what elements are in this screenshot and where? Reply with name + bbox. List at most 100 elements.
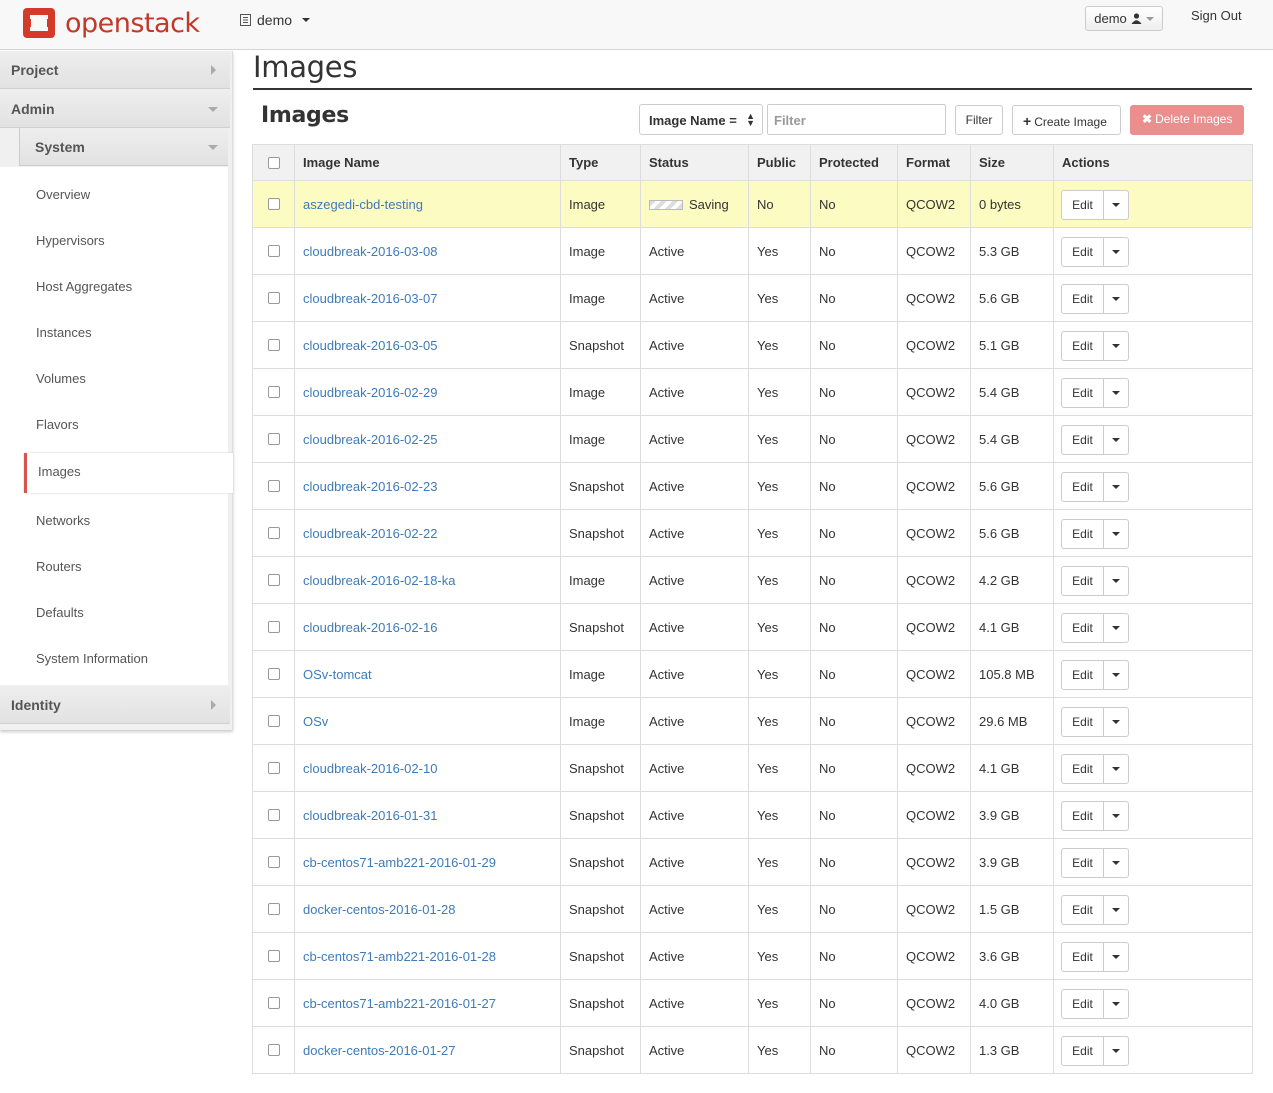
row-checkbox[interactable]: [268, 527, 280, 539]
row-checkbox[interactable]: [268, 621, 280, 633]
sidebar-item-system-information[interactable]: System Information: [36, 651, 148, 666]
column-header-protected[interactable]: Protected: [810, 145, 897, 181]
row-checkbox[interactable]: [268, 809, 280, 821]
edit-button[interactable]: Edit: [1062, 708, 1104, 736]
more-actions-dropdown-icon[interactable]: [1112, 485, 1120, 489]
edit-button[interactable]: Edit: [1062, 990, 1104, 1018]
edit-button[interactable]: Edit: [1062, 661, 1104, 689]
row-checkbox[interactable]: [268, 1044, 280, 1056]
openstack-logo[interactable]: openstack: [21, 5, 200, 41]
filter-input[interactable]: Filter: [767, 104, 946, 135]
more-actions-dropdown-icon[interactable]: [1112, 203, 1120, 207]
more-actions-dropdown-icon[interactable]: [1112, 814, 1120, 818]
sidebar-item-images[interactable]: Images: [24, 453, 233, 493]
image-name-link[interactable]: cloudbreak-2016-01-31: [303, 808, 437, 823]
project-picker[interactable]: demo: [240, 12, 311, 28]
column-header-public[interactable]: Public: [748, 145, 810, 181]
sidebar-item-instances[interactable]: Instances: [36, 325, 92, 340]
filter-button[interactable]: Filter: [955, 105, 1003, 135]
row-checkbox[interactable]: [268, 997, 280, 1009]
more-actions-dropdown-icon[interactable]: [1112, 391, 1120, 395]
image-name-link[interactable]: cloudbreak-2016-02-22: [303, 526, 437, 541]
more-actions-dropdown-icon[interactable]: [1112, 908, 1120, 912]
more-actions-dropdown-icon[interactable]: [1112, 720, 1120, 724]
sidebar-panel-system[interactable]: System: [19, 128, 228, 166]
more-actions-dropdown-icon[interactable]: [1112, 767, 1120, 771]
image-name-link[interactable]: cloudbreak-2016-03-07: [303, 291, 437, 306]
delete-images-button[interactable]: ✖ Delete Images: [1130, 105, 1244, 135]
more-actions-dropdown-icon[interactable]: [1112, 250, 1120, 254]
row-checkbox[interactable]: [268, 762, 280, 774]
image-name-link[interactable]: cloudbreak-2016-03-05: [303, 338, 437, 353]
row-checkbox[interactable]: [268, 386, 280, 398]
image-name-link[interactable]: cloudbreak-2016-02-25: [303, 432, 437, 447]
row-checkbox[interactable]: [268, 198, 280, 210]
edit-button[interactable]: Edit: [1062, 755, 1104, 783]
row-checkbox[interactable]: [268, 292, 280, 304]
image-name-link[interactable]: cb-centos71-amb221-2016-01-29: [303, 855, 496, 870]
sidebar-item-host-aggregates[interactable]: Host Aggregates: [36, 279, 132, 294]
edit-button[interactable]: Edit: [1062, 1037, 1104, 1065]
column-header-image-name[interactable]: Image Name: [294, 145, 560, 181]
image-name-link[interactable]: docker-centos-2016-01-28: [303, 902, 455, 917]
column-header-format[interactable]: Format: [897, 145, 970, 181]
more-actions-dropdown-icon[interactable]: [1112, 532, 1120, 536]
row-checkbox[interactable]: [268, 715, 280, 727]
image-name-link[interactable]: OSv: [303, 714, 328, 729]
row-checkbox[interactable]: [268, 480, 280, 492]
filter-field-select[interactable]: Image Name = ▲ ▼: [639, 104, 763, 135]
row-checkbox[interactable]: [268, 245, 280, 257]
sidebar-item-networks[interactable]: Networks: [36, 513, 90, 528]
row-checkbox[interactable]: [268, 856, 280, 868]
more-actions-dropdown-icon[interactable]: [1112, 344, 1120, 348]
sidebar-item-defaults[interactable]: Defaults: [36, 605, 84, 620]
edit-button[interactable]: Edit: [1062, 379, 1104, 407]
edit-button[interactable]: Edit: [1062, 943, 1104, 971]
image-name-link[interactable]: cloudbreak-2016-02-16: [303, 620, 437, 635]
edit-button[interactable]: Edit: [1062, 802, 1104, 830]
image-name-link[interactable]: cb-centos71-amb221-2016-01-27: [303, 996, 496, 1011]
sidebar-item-volumes[interactable]: Volumes: [36, 371, 86, 386]
image-name-link[interactable]: aszegedi-cbd-testing: [303, 197, 423, 212]
image-name-link[interactable]: cloudbreak-2016-02-29: [303, 385, 437, 400]
more-actions-dropdown-icon[interactable]: [1112, 673, 1120, 677]
sidebar-section-project[interactable]: Project: [0, 51, 230, 89]
create-image-button[interactable]: + Create Image: [1012, 105, 1121, 135]
row-checkbox[interactable]: [268, 433, 280, 445]
sign-out-link[interactable]: Sign Out: [1191, 8, 1242, 23]
edit-button[interactable]: Edit: [1062, 849, 1104, 877]
more-actions-dropdown-icon[interactable]: [1112, 861, 1120, 865]
edit-button[interactable]: Edit: [1062, 473, 1104, 501]
image-name-link[interactable]: OSv-tomcat: [303, 667, 372, 682]
sidebar-item-hypervisors[interactable]: Hypervisors: [36, 233, 105, 248]
image-name-link[interactable]: cloudbreak-2016-02-23: [303, 479, 437, 494]
edit-button[interactable]: Edit: [1062, 896, 1104, 924]
edit-button[interactable]: Edit: [1062, 285, 1104, 313]
column-header-size[interactable]: Size: [970, 145, 1053, 181]
edit-button[interactable]: Edit: [1062, 191, 1104, 219]
more-actions-dropdown-icon[interactable]: [1112, 1049, 1120, 1053]
edit-button[interactable]: Edit: [1062, 426, 1104, 454]
image-name-link[interactable]: cloudbreak-2016-03-08: [303, 244, 437, 259]
edit-button[interactable]: Edit: [1062, 520, 1104, 548]
sidebar-section-identity[interactable]: Identity: [0, 686, 230, 724]
more-actions-dropdown-icon[interactable]: [1112, 579, 1120, 583]
row-checkbox[interactable]: [268, 339, 280, 351]
edit-button[interactable]: Edit: [1062, 238, 1104, 266]
image-name-link[interactable]: docker-centos-2016-01-27: [303, 1043, 455, 1058]
sidebar-item-routers[interactable]: Routers: [36, 559, 82, 574]
select-all-checkbox[interactable]: [268, 157, 280, 169]
image-name-link[interactable]: cb-centos71-amb221-2016-01-28: [303, 949, 496, 964]
more-actions-dropdown-icon[interactable]: [1112, 438, 1120, 442]
more-actions-dropdown-icon[interactable]: [1112, 297, 1120, 301]
sidebar-section-admin[interactable]: Admin: [0, 90, 230, 128]
edit-button[interactable]: Edit: [1062, 332, 1104, 360]
sidebar-item-overview[interactable]: Overview: [36, 187, 90, 202]
sidebar-item-flavors[interactable]: Flavors: [36, 417, 79, 432]
row-checkbox[interactable]: [268, 903, 280, 915]
more-actions-dropdown-icon[interactable]: [1112, 955, 1120, 959]
column-header-type[interactable]: Type: [560, 145, 640, 181]
row-checkbox[interactable]: [268, 574, 280, 586]
edit-button[interactable]: Edit: [1062, 614, 1104, 642]
row-checkbox[interactable]: [268, 950, 280, 962]
